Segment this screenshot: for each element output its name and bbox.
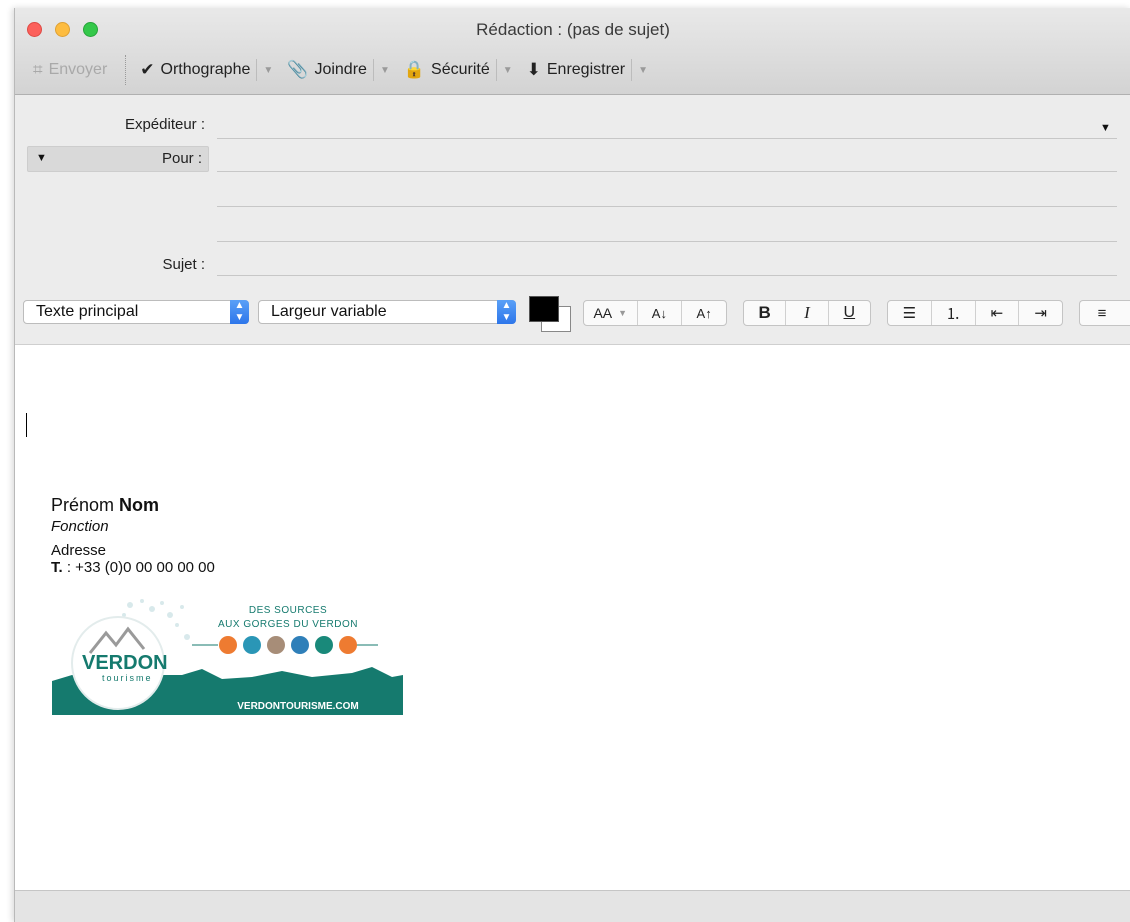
logo-theme-icon xyxy=(291,636,309,654)
title-bar: Rédaction : (pas de sujet) ⌗ Envoyer ✔ O… xyxy=(15,8,1130,95)
attach-label: Joindre xyxy=(314,61,367,78)
signature-function: Fonction xyxy=(51,518,109,535)
send-button[interactable]: ⌗ Envoyer xyxy=(33,54,107,86)
list-indent-controls: ☰ ⒈ ⇤ ⇥ xyxy=(887,300,1063,326)
logo-website: VERDONTOURISME.COM xyxy=(237,701,359,712)
from-label: Expéditeur : xyxy=(124,116,205,133)
signature-address: Adresse xyxy=(51,542,107,559)
text-cursor xyxy=(26,413,27,437)
logo-theme-icon xyxy=(267,636,285,654)
logo-theme-icon xyxy=(243,636,261,654)
paragraph-style-value: Texte principal xyxy=(36,303,139,320)
security-menu-arrow-icon[interactable]: ▼ xyxy=(503,65,513,76)
message-body[interactable]: Prénom Nom Fonction Adresse T. : +33 (0)… xyxy=(15,345,1130,890)
send-label: Envoyer xyxy=(48,61,108,78)
from-dropdown-icon[interactable]: ▼ xyxy=(1100,122,1111,134)
download-arrow-icon: ⬇ xyxy=(526,60,541,79)
save-button[interactable]: ⬇ Enregistrer xyxy=(527,54,626,86)
decrease-font-icon[interactable]: A↓ xyxy=(638,301,683,325)
spelling-label: Orthographe xyxy=(160,61,251,78)
verdon-tourisme-logo: VERDON tourisme DES SOURCES AUX GORGES D… xyxy=(52,599,403,715)
font-select[interactable]: Largeur variable ▲ ▼ xyxy=(258,300,516,324)
subject-field[interactable] xyxy=(217,275,1117,276)
logo-theme-icon xyxy=(339,636,357,654)
paragraph-style-select[interactable]: Texte principal ▲ ▼ xyxy=(23,300,249,324)
attach-button[interactable]: 📎 Joindre xyxy=(287,54,367,86)
logo-tagline-2: AUX GORGES DU VERDON xyxy=(218,619,358,630)
logo-theme-icon xyxy=(219,636,237,654)
bullet-list-icon[interactable]: ☰ xyxy=(888,301,932,325)
to-field-selector[interactable]: ▼ Pour : xyxy=(27,146,209,172)
checkmark-icon: ✔ xyxy=(140,60,155,79)
indent-icon[interactable]: ⇥ xyxy=(1019,301,1062,325)
separator xyxy=(631,59,633,81)
italic-button[interactable]: I xyxy=(786,301,829,325)
chevron-down-icon: ▼ xyxy=(618,308,628,318)
window-title: Rédaction : (pas de sujet) xyxy=(476,20,670,39)
signature-name: Prénom Nom xyxy=(51,495,215,516)
spelling-menu-arrow-icon[interactable]: ▼ xyxy=(263,65,273,76)
logo-brand: VERDON xyxy=(82,652,168,674)
signature: Prénom Nom Fonction Adresse T. : +33 (0)… xyxy=(51,495,215,576)
separator xyxy=(256,59,258,81)
phone-value: : +33 (0)0 00 00 00 00 xyxy=(62,559,215,576)
save-label: Enregistrer xyxy=(546,61,626,78)
outdent-icon[interactable]: ⇤ xyxy=(976,301,1020,325)
stepper-icon: ▲ ▼ xyxy=(497,300,516,324)
increase-font-icon[interactable]: A↑ xyxy=(682,301,726,325)
signature-last-name: Nom xyxy=(119,495,160,515)
stepper-icon: ▲ ▼ xyxy=(230,300,249,324)
security-label: Sécurité xyxy=(431,61,490,78)
align-left-icon: ≡ xyxy=(1097,304,1107,322)
to-label: Pour : xyxy=(161,150,202,167)
separator xyxy=(495,59,497,81)
save-menu-arrow-icon[interactable]: ▼ xyxy=(638,65,648,76)
attach-menu-arrow-icon[interactable]: ▼ xyxy=(380,65,390,76)
text-style-controls: B I U xyxy=(743,300,871,326)
spelling-button[interactable]: ✔ Orthographe xyxy=(140,54,250,86)
font-size-menu[interactable]: AA ▼ xyxy=(584,301,638,325)
logo-theme-icon xyxy=(315,636,333,654)
font-size-controls: AA ▼ A↓ A↑ xyxy=(583,300,727,326)
logo-theme-icons xyxy=(219,636,357,654)
send-icon: ⌗ xyxy=(33,60,43,79)
paperclip-icon: 📎 xyxy=(287,60,309,79)
to-field[interactable] xyxy=(217,171,1117,172)
status-bar xyxy=(15,890,1130,922)
phone-label: T. xyxy=(51,559,63,576)
logo-tagline-1: DES SOURCES xyxy=(249,605,327,616)
security-button[interactable]: 🔒 Sécurité xyxy=(404,54,490,86)
subject-label: Sujet : xyxy=(162,256,205,273)
separator xyxy=(372,59,374,81)
font-size-label: AA xyxy=(593,305,613,321)
signature-first-name: Prénom xyxy=(51,495,115,515)
bcc-field[interactable] xyxy=(217,241,1117,242)
compose-window: Rédaction : (pas de sujet) ⌗ Envoyer ✔ O… xyxy=(14,8,1130,922)
alignment-control[interactable]: ≡ xyxy=(1079,300,1130,326)
lock-icon: 🔒 xyxy=(403,60,426,79)
underline-button[interactable]: U xyxy=(829,301,870,325)
toolbar: ⌗ Envoyer ✔ Orthographe ▼ 📎 Joindre ▼ 🔒 … xyxy=(15,54,1130,86)
signature-phone: T. : +33 (0)0 00 00 00 00 xyxy=(51,559,215,576)
triangle-down-icon: ▼ xyxy=(36,152,47,164)
numbered-list-icon[interactable]: ⒈ xyxy=(932,301,976,325)
format-bar: Texte principal ▲ ▼ Largeur variable ▲ ▼ A… xyxy=(15,292,1130,345)
message-headers: Expéditeur : ▼ ▼ Pour : Sujet : xyxy=(15,96,1130,292)
text-color-swatch[interactable] xyxy=(529,296,559,322)
bold-button[interactable]: B xyxy=(744,301,787,325)
toolbar-divider xyxy=(125,55,127,85)
from-field[interactable] xyxy=(217,138,1117,139)
font-value: Largeur variable xyxy=(271,303,387,320)
logo-brand-sub: tourisme xyxy=(102,673,153,683)
cc-field[interactable] xyxy=(217,206,1117,207)
